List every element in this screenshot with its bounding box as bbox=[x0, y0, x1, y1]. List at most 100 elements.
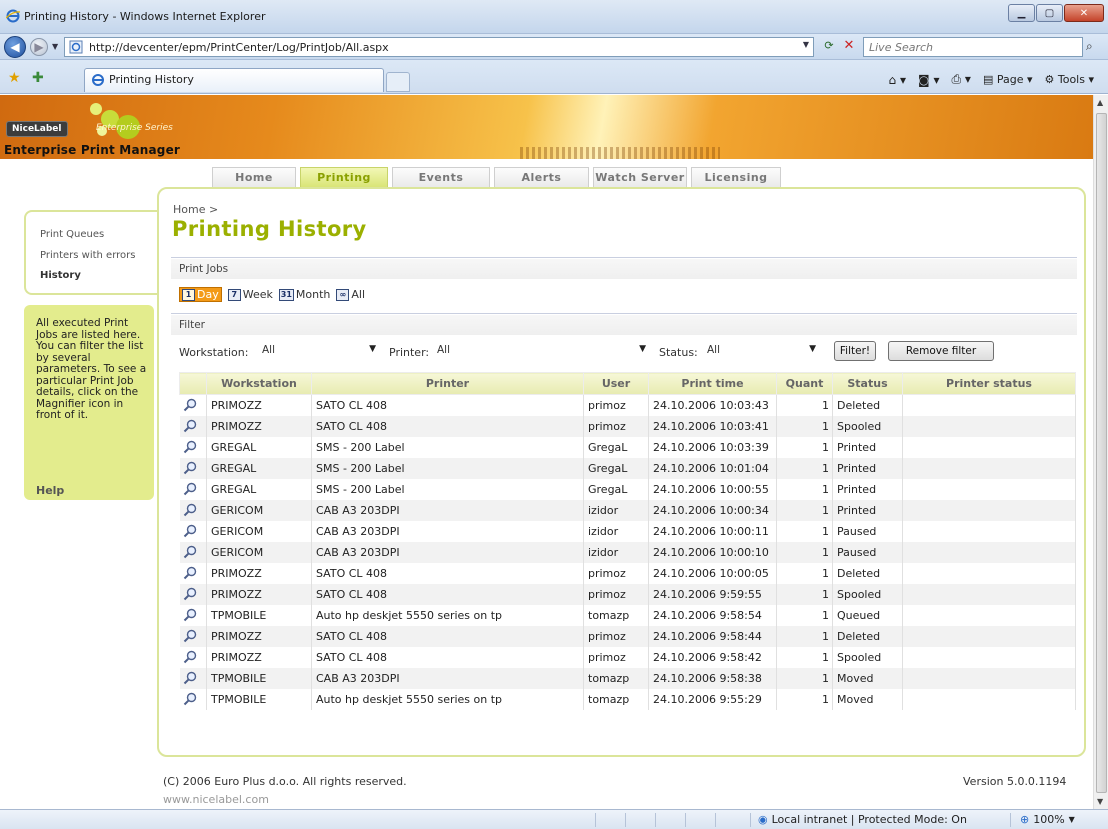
cell-printer-status bbox=[902, 541, 1076, 563]
url-text[interactable]: http://devcenter/epm/PrintCenter/Log/Pri… bbox=[89, 41, 389, 54]
site-link[interactable]: www.nicelabel.com bbox=[163, 793, 269, 806]
help-link[interactable]: Help bbox=[36, 485, 64, 497]
url-dropdown-icon[interactable]: ▼ bbox=[803, 40, 809, 49]
cell-quant: 1 bbox=[776, 457, 833, 479]
refresh-icon[interactable]: ⟳ bbox=[820, 39, 838, 55]
sidebar-menu: Print Queues Printers with errors Histor… bbox=[24, 210, 157, 295]
url-input[interactable]: http://devcenter/epm/PrintCenter/Log/Pri… bbox=[64, 37, 814, 57]
minimize-button[interactable]: ▁ bbox=[1008, 4, 1035, 22]
magnifier-icon[interactable] bbox=[179, 667, 207, 689]
tab-home[interactable]: Home bbox=[212, 167, 296, 188]
magnifier-icon[interactable] bbox=[179, 457, 207, 479]
vertical-scrollbar[interactable]: ▲ ▼ bbox=[1093, 95, 1108, 809]
cell-workstation: PRIMOZZ bbox=[206, 625, 312, 647]
column-header-printer[interactable]: Printer bbox=[311, 372, 584, 395]
magnifier-icon[interactable] bbox=[179, 436, 207, 458]
history-dropdown-icon[interactable]: ▼ bbox=[52, 42, 58, 51]
workstation-select[interactable]: All ▼ bbox=[259, 342, 379, 360]
magnifier-icon[interactable] bbox=[179, 583, 207, 605]
table-row: GREGAL SMS - 200 Label GregaL 24.10.2006 10… bbox=[179, 457, 1076, 479]
magnifier-icon[interactable] bbox=[179, 562, 207, 584]
cell-printer-status bbox=[902, 394, 1076, 416]
tools-menu[interactable]: ⚙ Tools ▾ bbox=[1045, 73, 1095, 86]
breadcrumb[interactable]: Home > bbox=[173, 203, 218, 216]
zoom-control[interactable]: ⊕ 100% ▼ bbox=[1020, 813, 1075, 826]
sidebar-item-print-queues[interactable]: Print Queues bbox=[40, 229, 104, 240]
magnifier-icon[interactable] bbox=[179, 625, 207, 647]
magnifier-icon[interactable] bbox=[179, 478, 207, 500]
column-header-workstation[interactable]: Workstation bbox=[206, 372, 312, 395]
magnifier-icon[interactable] bbox=[179, 499, 207, 521]
period-month-button[interactable]: 31 Month bbox=[278, 288, 330, 301]
tab-watch-server[interactable]: Watch Server bbox=[593, 167, 687, 188]
column-header-printer-status[interactable]: Printer status bbox=[902, 372, 1076, 395]
search-icon[interactable]: ⌕ bbox=[1086, 39, 1093, 54]
print-jobs-section-header: Print Jobs bbox=[171, 259, 1077, 279]
cell-printer-status bbox=[902, 520, 1076, 542]
column-header-user[interactable]: User bbox=[583, 372, 649, 395]
cell-workstation: PRIMOZZ bbox=[206, 646, 312, 668]
magnifier-icon[interactable] bbox=[179, 604, 207, 626]
printer-select[interactable]: All ▼ bbox=[434, 342, 649, 360]
home-icon[interactable]: ⌂ ▾ bbox=[889, 73, 906, 87]
cell-workstation: GREGAL bbox=[206, 436, 312, 458]
period-all-button[interactable]: ∞ All bbox=[336, 288, 365, 301]
forward-button[interactable]: ▶ bbox=[30, 38, 48, 56]
column-header-status[interactable]: Status bbox=[832, 372, 903, 395]
table-row: GERICOM CAB A3 203DPI izidor 24.10.2006 10:… bbox=[179, 499, 1076, 521]
table-row: GREGAL SMS - 200 Label GregaL 24.10.2006 10… bbox=[179, 436, 1076, 458]
ie-tab-icon bbox=[92, 74, 104, 86]
cell-printer: SATO CL 408 bbox=[311, 625, 584, 647]
status-divider bbox=[595, 813, 596, 827]
cell-print-time: 24.10.2006 9:58:54 bbox=[648, 604, 777, 626]
magnifier-icon[interactable] bbox=[179, 415, 207, 437]
main-nav: Home Printing Events Alerts Watch Server… bbox=[212, 167, 781, 188]
page-menu[interactable]: ▤ Page ▾ bbox=[983, 73, 1033, 86]
tab-licensing[interactable]: Licensing bbox=[691, 167, 781, 188]
add-favorites-icon[interactable]: ✚ bbox=[32, 70, 44, 86]
column-header-quant[interactable]: Quant bbox=[776, 372, 833, 395]
tab-events[interactable]: Events bbox=[392, 167, 490, 188]
period-day-button[interactable]: 1 Day bbox=[179, 287, 222, 302]
magnifier-icon[interactable] bbox=[179, 541, 207, 563]
cell-printer-status bbox=[902, 499, 1076, 521]
security-zone[interactable]: ◉ Local intranet | Protected Mode: On bbox=[758, 813, 967, 826]
cell-workstation: GREGAL bbox=[206, 457, 312, 479]
cell-workstation: TPMOBILE bbox=[206, 604, 312, 626]
search-input[interactable]: Live Search bbox=[863, 37, 1083, 57]
browser-tab-printing-history[interactable]: Printing History bbox=[84, 68, 384, 92]
tab-bar: ★ ✚ Printing History ⌂ ▾ ◙ ▾ ⎙ ▾ ▤ Page … bbox=[0, 60, 1108, 94]
maximize-button[interactable]: ▢ bbox=[1036, 4, 1063, 22]
column-header-print-time[interactable]: Print time bbox=[648, 372, 777, 395]
magnifier-icon[interactable] bbox=[179, 394, 207, 416]
print-icon[interactable]: ⎙ ▾ bbox=[951, 72, 970, 87]
header-banner: NiceLabel Enterprise Series Enterprise P… bbox=[0, 95, 1093, 159]
stop-icon[interactable]: ✕ bbox=[841, 38, 857, 54]
table-row: TPMOBILE CAB A3 203DPI tomazp 24.10.2006 9:… bbox=[179, 667, 1076, 689]
back-button[interactable]: ◀ bbox=[4, 36, 26, 58]
status-select[interactable]: All ▼ bbox=[704, 342, 819, 360]
filter-button[interactable]: Filter! bbox=[834, 341, 876, 361]
tab-printing[interactable]: Printing bbox=[300, 167, 388, 188]
sidebar-item-history[interactable]: History bbox=[40, 270, 81, 281]
tab-alerts[interactable]: Alerts bbox=[494, 167, 589, 188]
cell-print-time: 24.10.2006 10:00:05 bbox=[648, 562, 777, 584]
scroll-up-icon[interactable]: ▲ bbox=[1097, 98, 1103, 107]
cell-workstation: GERICOM bbox=[206, 541, 312, 563]
sidebar-item-printers-with-errors[interactable]: Printers with errors bbox=[40, 250, 135, 261]
feeds-icon[interactable]: ◙ ▾ bbox=[918, 73, 939, 87]
close-window-button[interactable]: ✕ bbox=[1064, 4, 1104, 22]
new-tab-button[interactable] bbox=[386, 72, 410, 92]
magnifier-icon[interactable] bbox=[179, 520, 207, 542]
magnifier-icon[interactable] bbox=[179, 646, 207, 668]
page-viewport: NiceLabel Enterprise Series Enterprise P… bbox=[0, 95, 1093, 809]
status-bar: ◉ Local intranet | Protected Mode: On ⊕ … bbox=[0, 809, 1108, 829]
cell-print-time: 24.10.2006 10:03:43 bbox=[648, 394, 777, 416]
print-jobs-table: Workstation Printer User Print time Quan… bbox=[179, 372, 1076, 710]
favorites-star-icon[interactable]: ★ bbox=[8, 70, 21, 86]
period-week-button[interactable]: 7 Week bbox=[227, 288, 273, 301]
scrollbar-thumb[interactable] bbox=[1096, 113, 1107, 793]
magnifier-icon[interactable] bbox=[179, 688, 207, 710]
remove-filter-button[interactable]: Remove filter bbox=[888, 341, 994, 361]
scroll-down-icon[interactable]: ▼ bbox=[1097, 797, 1103, 806]
